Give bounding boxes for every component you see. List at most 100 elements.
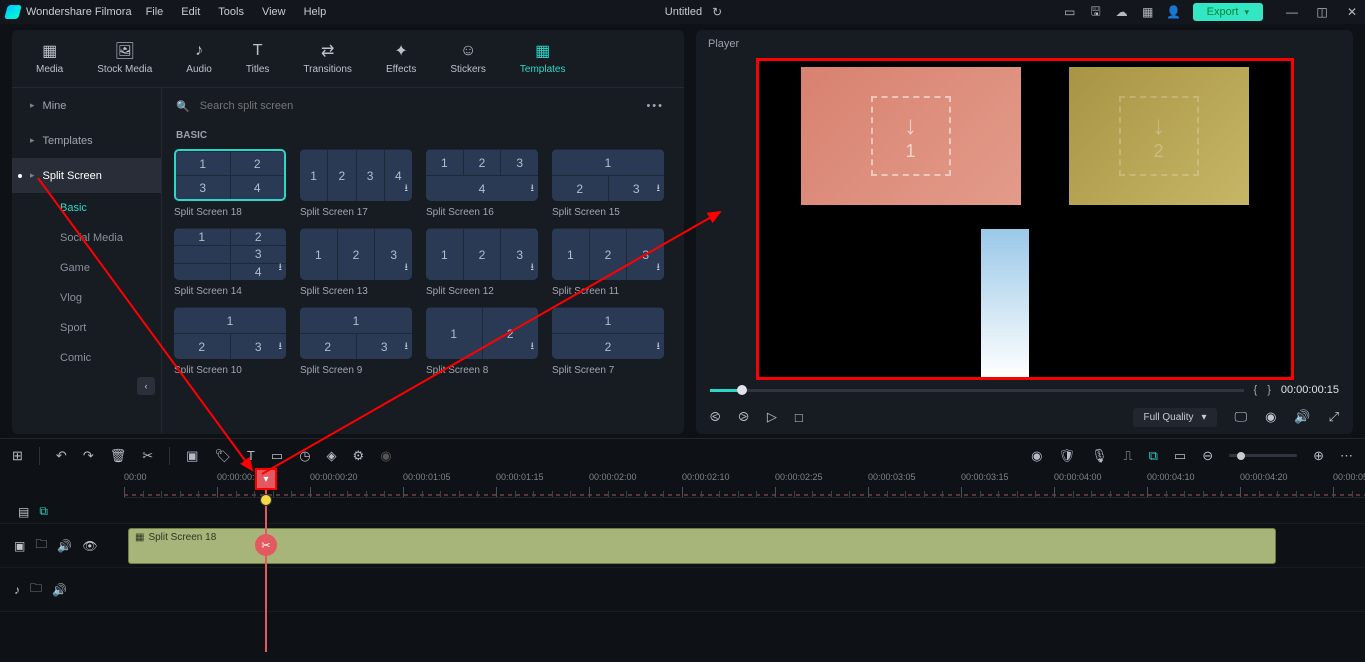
tag-icon[interactable]: 🏷 <box>214 448 231 464</box>
menu-edit[interactable]: Edit <box>181 6 200 18</box>
apps-icon[interactable]: ▦ <box>1141 5 1155 19</box>
player-slider[interactable]: { } 00:00:00:15 <box>696 380 1353 400</box>
brace-right-icon[interactable]: } <box>1267 384 1271 396</box>
template-card[interactable]: 123⭳Split Screen 10 <box>174 307 286 376</box>
template-thumb[interactable]: 1234⭳ <box>174 228 286 280</box>
template-card[interactable]: 123⭳Split Screen 11 <box>552 228 664 297</box>
export-button[interactable]: Export ▾ <box>1193 3 1263 21</box>
folder-icon[interactable]: 🗀 <box>30 579 42 600</box>
mute-icon[interactable]: 🔊 <box>57 539 72 553</box>
zoom-out-icon[interactable]: ⊖ <box>1202 448 1213 464</box>
download-icon[interactable]: ⭳ <box>405 181 409 198</box>
subcat-social-media[interactable]: Social Media <box>12 223 161 253</box>
link-icon[interactable]: ⧉ <box>39 504 48 519</box>
subcat-basic[interactable]: Basic <box>12 193 161 223</box>
tab-media[interactable]: ▦Media <box>36 42 63 75</box>
download-icon[interactable]: ⭳ <box>657 181 661 198</box>
search-input[interactable] <box>200 100 631 112</box>
template-thumb[interactable]: 123⭳ <box>552 228 664 280</box>
tab-stickers[interactable]: ☺Stickers <box>450 42 486 75</box>
subcat-comic[interactable]: Comic <box>12 343 161 373</box>
tab-titles[interactable]: TTitles <box>246 42 270 75</box>
prev-frame-icon[interactable]: ⧀ <box>710 409 720 425</box>
sidebar-item-mine[interactable]: ▸Mine <box>12 88 161 123</box>
redo-icon[interactable]: ↷ <box>83 448 94 464</box>
cut-icon[interactable]: ✂ <box>142 448 153 464</box>
toolbar-more-icon[interactable]: ⋯ <box>1340 448 1353 464</box>
template-card[interactable]: 123⭳Split Screen 12 <box>426 228 538 297</box>
delete-icon[interactable]: 🗑 <box>110 448 127 464</box>
speed-icon[interactable]: ◷ <box>299 448 310 464</box>
menu-help[interactable]: Help <box>304 6 327 18</box>
download-icon[interactable]: ⭳ <box>531 260 535 277</box>
template-thumb[interactable]: 1234 <box>174 149 286 201</box>
player-view[interactable]: ↓1 ↓2 <box>756 58 1294 380</box>
template-thumb[interactable]: 1234⭳ <box>300 149 412 201</box>
volume-icon[interactable]: 🔊 <box>1294 409 1310 425</box>
save-icon[interactable]: 🖫 <box>1089 5 1103 19</box>
subcat-game[interactable]: Game <box>12 253 161 283</box>
monitor-icon[interactable]: 🖵 <box>1235 409 1248 425</box>
more-icon[interactable]: ••• <box>640 100 670 112</box>
eye-icon[interactable]: 👁 <box>82 539 97 553</box>
split-region-3[interactable] <box>981 229 1029 377</box>
brace-left-icon[interactable]: { <box>1254 384 1258 396</box>
window-icon[interactable]: ▭ <box>1063 5 1077 19</box>
playhead-dot[interactable] <box>260 494 272 506</box>
close-icon[interactable]: ✕ <box>1345 5 1359 19</box>
template-thumb[interactable]: 123⭳ <box>300 228 412 280</box>
record-icon[interactable]: ◉ <box>1031 448 1042 464</box>
tab-templates[interactable]: ▦Templates <box>520 42 566 75</box>
fullscreen-icon[interactable]: ⤢ <box>1329 409 1339 425</box>
caption-icon[interactable]: ▭ <box>1174 448 1186 464</box>
download-icon[interactable]: ⭳ <box>405 339 409 356</box>
playhead[interactable]: ▾ ✂ <box>265 472 267 652</box>
quality-dropdown[interactable]: Full Quality ▾ <box>1133 408 1216 427</box>
template-card[interactable]: 123⭳Split Screen 9 <box>300 307 412 376</box>
maximize-icon[interactable]: ◫ <box>1315 5 1329 19</box>
download-icon[interactable]: ⭳ <box>657 339 661 356</box>
clip-split-screen-18[interactable]: ▦ Split Screen 18 <box>128 528 1276 564</box>
slider-track[interactable] <box>710 389 1244 392</box>
download-icon[interactable]: ⭳ <box>279 260 283 277</box>
template-thumb[interactable]: 123⭳ <box>552 149 664 201</box>
template-card[interactable]: 1234⭳Split Screen 14 <box>174 228 286 297</box>
layers-icon[interactable]: ▤ <box>18 505 29 519</box>
color-icon[interactable]: ◈ <box>327 448 337 464</box>
link-icon[interactable]: ⧉ <box>1149 448 1158 464</box>
template-thumb[interactable]: 12⭳ <box>426 307 538 359</box>
split-region-2[interactable]: ↓2 <box>1069 67 1249 205</box>
stop-icon[interactable]: □ <box>795 410 803 425</box>
shield-icon[interactable]: 🛡 <box>1058 448 1075 464</box>
template-card[interactable]: 123⭳Split Screen 15 <box>552 149 664 218</box>
template-thumb[interactable]: 123⭳ <box>174 307 286 359</box>
video-track-icon[interactable]: ▣ <box>14 539 25 553</box>
mixer-icon[interactable]: ⎍ <box>1123 448 1132 464</box>
mute-icon[interactable]: 🔊 <box>52 583 67 597</box>
folder-icon[interactable]: 🗀 <box>35 535 47 556</box>
subcat-vlog[interactable]: Vlog <box>12 283 161 313</box>
template-card[interactable]: 12⭳Split Screen 7 <box>552 307 664 376</box>
template-card[interactable]: 1234⭳Split Screen 16 <box>426 149 538 218</box>
template-card[interactable]: 12⭳Split Screen 8 <box>426 307 538 376</box>
grid-icon[interactable]: ⊞ <box>12 448 23 464</box>
template-thumb[interactable]: 123⭳ <box>300 307 412 359</box>
template-card[interactable]: 123⭳Split Screen 13 <box>300 228 412 297</box>
snapshot-icon[interactable]: ◉ <box>1265 409 1276 425</box>
download-icon[interactable]: ⭳ <box>657 260 661 277</box>
text-icon[interactable]: T <box>247 448 255 463</box>
zoom-in-icon[interactable]: ⊕ <box>1313 448 1324 464</box>
tab-effects[interactable]: ✦Effects <box>386 42 416 75</box>
tab-transitions[interactable]: ⇄Transitions <box>303 42 352 75</box>
download-icon[interactable]: ⭳ <box>405 260 409 277</box>
crop-icon[interactable]: ▣ <box>186 448 198 464</box>
download-icon[interactable]: ⭳ <box>531 181 535 198</box>
next-frame-icon[interactable]: ⧁ <box>738 409 748 425</box>
split-region-1[interactable]: ↓1 <box>801 67 1021 205</box>
tab-stock-media[interactable]: 🖼Stock Media <box>97 42 152 75</box>
undo-icon[interactable]: ↶ <box>56 448 67 464</box>
sidebar-collapse[interactable]: ‹ <box>12 373 161 399</box>
audio-track-icon[interactable]: ♪ <box>14 583 20 597</box>
search-icon[interactable]: 🔍 <box>176 100 190 113</box>
template-card[interactable]: 1234Split Screen 18 <box>174 149 286 218</box>
